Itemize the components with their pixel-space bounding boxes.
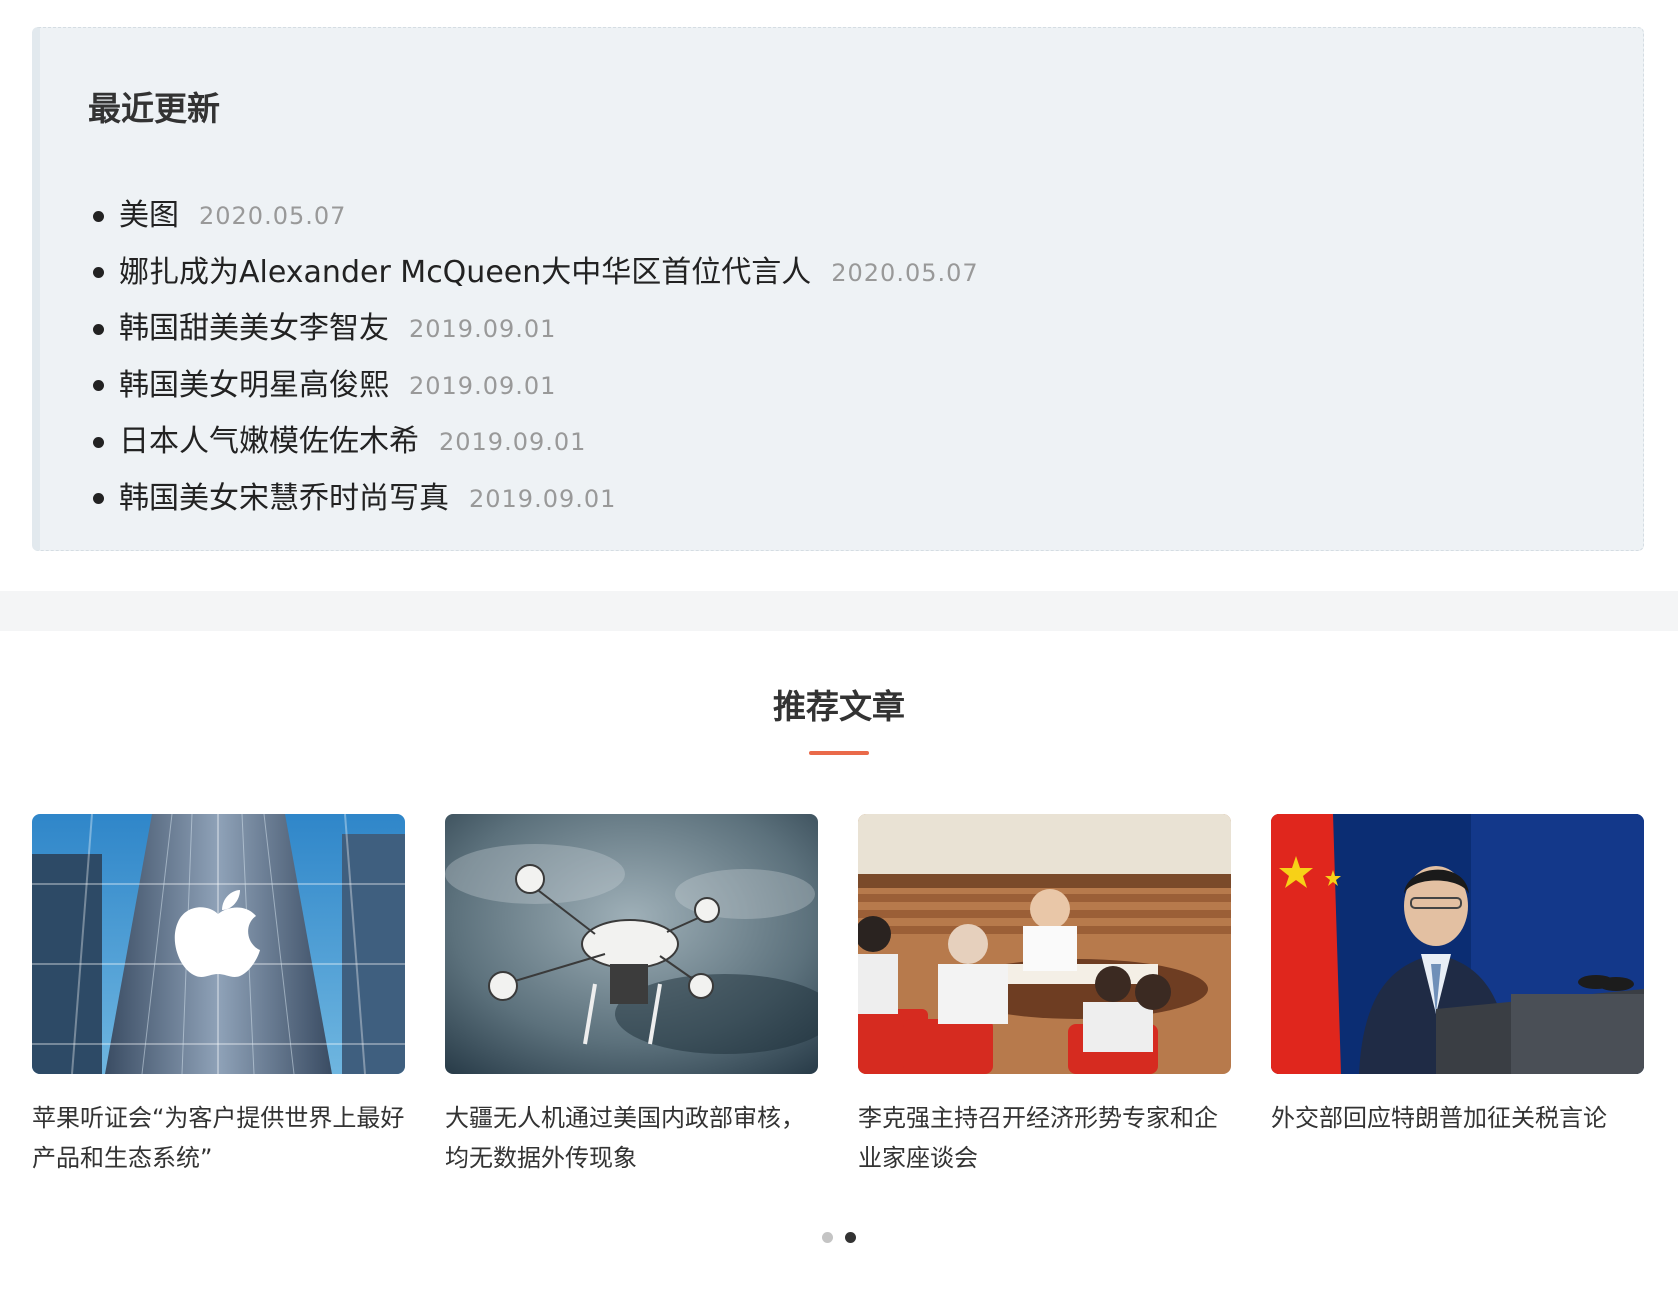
- list-item: 日本人气嫩模佐佐木希 2019.09.01: [88, 414, 979, 471]
- apple-store-photo[interactable]: [32, 814, 405, 1074]
- list-item: 韩国甜美美女李智友 2019.09.01: [88, 301, 979, 358]
- heading-underline: [809, 751, 869, 755]
- bullet-icon: [93, 493, 104, 505]
- recent-updates-panel: 最近更新 美图 2020.05.07 娜扎成为Alexander McQueen…: [32, 27, 1644, 551]
- article-title[interactable]: 大疆无人机通过美国内政部审核，均无数据外传现象: [445, 1098, 818, 1178]
- article-card[interactable]: 苹果听证会“为客户提供世界上最好产品和生态系统”: [32, 814, 405, 1178]
- bullet-icon: [93, 380, 104, 392]
- bullet-icon: [93, 210, 104, 222]
- recent-item-date: 2019.09.01: [439, 428, 587, 457]
- recent-item-link[interactable]: 韩国美女宋慧乔时尚写真: [119, 483, 449, 514]
- carousel-dot-active[interactable]: [845, 1232, 856, 1243]
- recent-item-link[interactable]: 韩国甜美美女李智友: [119, 314, 389, 344]
- article-title[interactable]: 苹果听证会“为客户提供世界上最好产品和生态系统”: [32, 1098, 405, 1178]
- article-card[interactable]: 大疆无人机通过美国内政部审核，均无数据外传现象: [445, 814, 818, 1178]
- recent-item-date: 2020.05.07: [199, 202, 347, 231]
- article-title[interactable]: 外交部回应特朗普加征关税言论: [1271, 1098, 1644, 1138]
- bullet-icon: [93, 323, 104, 335]
- list-item: 韩国美女明星高俊熙 2019.09.01: [88, 358, 979, 415]
- bullet-icon: [93, 267, 104, 279]
- press-conference-photo[interactable]: [1271, 814, 1644, 1074]
- recent-item-date: 2020.05.07: [831, 258, 979, 287]
- section-divider: [0, 591, 1678, 631]
- recent-item-date: 2019.09.01: [409, 371, 557, 400]
- recent-item-date: 2019.09.01: [409, 315, 557, 344]
- recent-item-link[interactable]: 美图: [119, 201, 179, 231]
- carousel-dot[interactable]: [822, 1232, 833, 1243]
- recent-item-date: 2019.09.01: [469, 484, 617, 513]
- meeting-photo[interactable]: [858, 814, 1231, 1074]
- bullet-icon: [93, 436, 104, 448]
- article-card[interactable]: 李克强主持召开经济形势专家和企业家座谈会: [858, 814, 1231, 1178]
- article-title[interactable]: 李克强主持召开经济形势专家和企业家座谈会: [858, 1098, 1231, 1178]
- recent-item-link[interactable]: 日本人气嫩模佐佐木希: [119, 427, 419, 457]
- list-item: 韩国美女宋慧乔时尚写真 2019.09.01: [88, 471, 979, 528]
- recent-item-link[interactable]: 韩国美女明星高俊熙: [119, 370, 389, 401]
- list-item: 娜扎成为Alexander McQueen大中华区首位代言人 2020.05.0…: [88, 245, 979, 302]
- recent-updates-list: 美图 2020.05.07 娜扎成为Alexander McQueen大中华区首…: [88, 188, 979, 527]
- recent-updates-title: 最近更新: [88, 89, 220, 128]
- list-item: 美图 2020.05.07: [88, 188, 979, 245]
- recommended-heading: 推荐文章: [773, 687, 905, 726]
- carousel-pagination: [822, 1232, 856, 1243]
- article-card[interactable]: 外交部回应特朗普加征关税言论: [1271, 814, 1644, 1138]
- recent-item-link[interactable]: 娜扎成为Alexander McQueen大中华区首位代言人: [119, 257, 811, 288]
- drone-photo[interactable]: [445, 814, 818, 1074]
